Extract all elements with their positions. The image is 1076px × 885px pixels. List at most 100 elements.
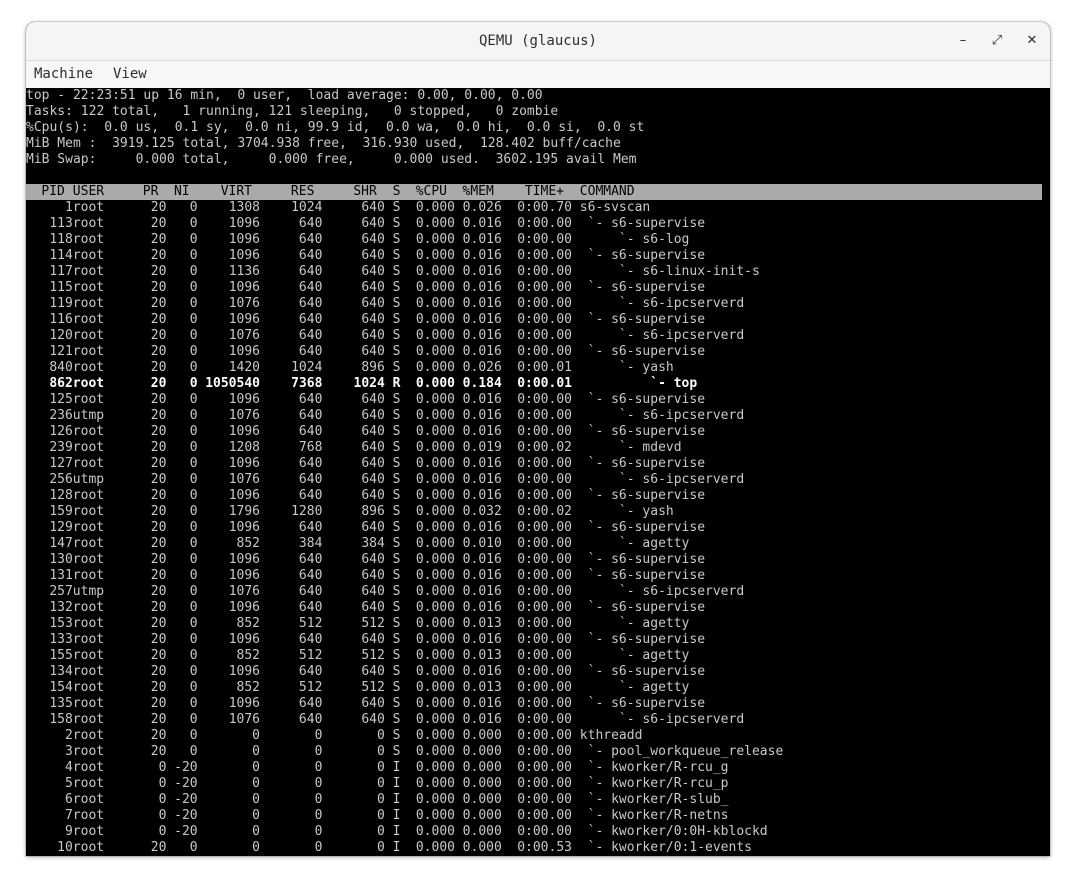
cell-cmd: `- s6-supervise bbox=[579, 280, 706, 295]
cell-user: root bbox=[72, 392, 105, 407]
cell-cpu: 0.000 bbox=[415, 216, 455, 231]
cell-pid: 159 bbox=[49, 504, 73, 519]
maximize-icon[interactable]: ⤢ bbox=[986, 30, 1008, 52]
cell-cmd: `- s6-ipcserverd bbox=[579, 296, 745, 311]
cell-s: S bbox=[392, 728, 401, 743]
cell-pid: 128 bbox=[49, 488, 73, 503]
cell-pid: 126 bbox=[49, 424, 73, 439]
cell-ni: 0 bbox=[189, 712, 198, 727]
cell-shr: 0 bbox=[376, 760, 385, 775]
cell-cmd: kthreadd bbox=[579, 728, 643, 743]
cell-s: S bbox=[392, 536, 401, 551]
cell-res: 640 bbox=[298, 216, 323, 231]
cell-ni: -20 bbox=[174, 776, 198, 791]
cell-shr: 0 bbox=[376, 744, 385, 759]
cell-shr: 512 bbox=[361, 648, 385, 663]
cell-mem: 0.016 bbox=[462, 472, 502, 487]
cell-cmd: `- s6-linux-init-s bbox=[579, 264, 760, 279]
cell-pid: 6 bbox=[64, 792, 73, 807]
close-icon[interactable]: ✕ bbox=[1021, 30, 1043, 52]
cell-ni: -20 bbox=[174, 808, 198, 823]
terminal-screen[interactable]: top - 22:23:51 up 16 min, 0 user, load a… bbox=[26, 88, 1050, 856]
cell-mem: 0.016 bbox=[462, 424, 502, 439]
cell-ni: 0 bbox=[189, 216, 198, 231]
cell-ni: 0 bbox=[189, 440, 198, 455]
table-row: 236 utmp 20 0 1076 640 640 S 0.000 0.016 0:00.00 `… bbox=[26, 408, 1050, 424]
qemu-window: QEMU (glaucus) – ⤢ ✕ Machine View top - … bbox=[26, 22, 1050, 856]
cell-shr: 640 bbox=[361, 488, 385, 503]
cell-pr: 20 bbox=[150, 552, 167, 567]
cell-time: 0:00.00 bbox=[517, 712, 572, 727]
cell-res: 640 bbox=[298, 248, 323, 263]
cell-pr: PR bbox=[142, 184, 159, 199]
cell-user: root bbox=[72, 360, 105, 375]
cell-pid: 121 bbox=[49, 344, 73, 359]
table-row: 862 root 20 0 1050540 7368 1024 R 0.000 0.184 0:00… bbox=[26, 376, 1050, 392]
cell-res: 768 bbox=[298, 440, 323, 455]
table-row: 114 root 20 0 1096 640 640 S 0.000 0.016 0:00.00 `… bbox=[26, 248, 1050, 264]
cell-cmd: `- s6-ipcserverd bbox=[579, 328, 745, 343]
cell-mem: 0.016 bbox=[462, 264, 502, 279]
cell-mem: 0.016 bbox=[462, 216, 502, 231]
cell-pr: 20 bbox=[150, 264, 167, 279]
cell-virt: 1096 bbox=[228, 456, 260, 471]
cell-pr: 20 bbox=[150, 456, 167, 471]
cell-time: 0:00.00 bbox=[517, 664, 572, 679]
cell-user: root bbox=[72, 680, 105, 695]
cell-cmd: s6-svscan bbox=[579, 200, 651, 215]
cell-cmd: `- kworker/0:0H-kblockd bbox=[579, 824, 768, 839]
cell-pr: 20 bbox=[150, 472, 167, 487]
cell-virt: 1096 bbox=[228, 600, 260, 615]
cell-s: S bbox=[392, 664, 401, 679]
cell-user: root bbox=[72, 280, 105, 295]
cell-mem: %MEM bbox=[462, 184, 494, 199]
cell-cpu: 0.000 bbox=[415, 344, 455, 359]
cell-user: root bbox=[72, 616, 105, 631]
cell-ni: 0 bbox=[189, 456, 198, 471]
cell-cpu: 0.000 bbox=[415, 600, 455, 615]
cell-pr: 20 bbox=[150, 840, 167, 855]
cell-pid: 134 bbox=[49, 664, 73, 679]
cell-res: 640 bbox=[298, 488, 323, 503]
summary-tasks: Tasks: 122 total, 1 running, 121 sleepin… bbox=[26, 104, 559, 119]
cell-ni: 0 bbox=[189, 232, 198, 247]
cell-user: root bbox=[72, 376, 105, 391]
cell-pr: 20 bbox=[150, 696, 167, 711]
cell-user: root bbox=[72, 328, 105, 343]
cell-mem: 0.016 bbox=[462, 456, 502, 471]
cell-cpu: 0.000 bbox=[415, 536, 455, 551]
table-row: 840 root 20 0 1420 1024 896 S 0.000 0.026 0:00.01 … bbox=[26, 360, 1050, 376]
cell-user: root bbox=[72, 424, 105, 439]
table-row: 159 root 20 0 1796 1280 896 S 0.000 0.032 0:00.02 … bbox=[26, 504, 1050, 520]
cell-time: 0:00.00 bbox=[517, 424, 572, 439]
cell-s: S bbox=[392, 584, 401, 599]
cell-shr: 640 bbox=[361, 584, 385, 599]
title-bar[interactable]: QEMU (glaucus) – ⤢ ✕ bbox=[26, 22, 1050, 61]
cell-ni: 0 bbox=[189, 488, 198, 503]
table-row: 257 utmp 20 0 1076 640 640 S 0.000 0.016 0:00.00 `… bbox=[26, 584, 1050, 600]
cell-time: 0:00.00 bbox=[517, 680, 572, 695]
cell-ni: -20 bbox=[174, 792, 198, 807]
cell-time: 0:00.00 bbox=[517, 696, 572, 711]
cell-ni: 0 bbox=[189, 680, 198, 695]
cell-user: utmp bbox=[72, 584, 105, 599]
menu-view[interactable]: View bbox=[113, 61, 147, 88]
cell-shr: 640 bbox=[361, 392, 385, 407]
cell-time: 0:00.00 bbox=[517, 216, 572, 231]
table-row: 113 root 20 0 1096 640 640 S 0.000 0.016 0:00.00 `… bbox=[26, 216, 1050, 232]
cell-shr: 640 bbox=[361, 216, 385, 231]
cell-cmd: `- kworker/R-rcu_g bbox=[579, 760, 729, 775]
minimize-icon[interactable]: – bbox=[952, 30, 974, 52]
cell-virt: 1096 bbox=[228, 392, 260, 407]
cell-res: 640 bbox=[298, 520, 323, 535]
cell-virt: 1076 bbox=[228, 472, 260, 487]
menu-machine[interactable]: Machine bbox=[34, 61, 93, 88]
cell-cmd: `- s6-supervise bbox=[579, 424, 706, 439]
cell-pr: 20 bbox=[150, 632, 167, 647]
cell-cpu: 0.000 bbox=[415, 312, 455, 327]
cell-pr: 20 bbox=[150, 728, 167, 743]
cell-shr: 640 bbox=[361, 312, 385, 327]
cell-mem: 0.016 bbox=[462, 344, 502, 359]
cell-pid: 133 bbox=[49, 632, 73, 647]
cell-user: root bbox=[72, 840, 105, 855]
